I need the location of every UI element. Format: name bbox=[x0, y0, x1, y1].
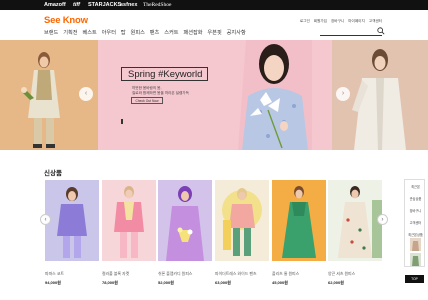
utility-links: 로그인 회원가입 장바구니 마이페이지 고객센터 bbox=[300, 19, 382, 24]
product-name[interactable]: 플리츠 롱 원피스 bbox=[272, 271, 299, 277]
quick-menu-recent[interactable]: 최근본 bbox=[405, 184, 426, 189]
product-card[interactable]: 파이더트레스 와이드 팬츠 63,000원 bbox=[215, 180, 269, 285]
product-name[interactable]: 쉬폰 플랩카디 원피스 bbox=[158, 271, 192, 277]
menu-item-woven-fit[interactable]: 우븐핏 bbox=[207, 29, 221, 36]
product-price: 63,000원 bbox=[215, 280, 231, 285]
product-price: 78,000원 bbox=[102, 280, 118, 285]
mypage-link[interactable]: 마이페이지 bbox=[348, 19, 365, 24]
brand-link-tiff[interactable]: tiff bbox=[73, 1, 80, 9]
chevron-right-icon: › bbox=[341, 90, 345, 97]
menu-item-pants[interactable]: 팬츠 bbox=[150, 29, 160, 36]
brand-bar: Amazoff tiff STARJACKS ssfnex TheRedShoe bbox=[0, 0, 428, 10]
chevron-left-icon: ‹ bbox=[44, 217, 47, 223]
product-image[interactable] bbox=[102, 180, 156, 261]
login-link[interactable]: 로그인 bbox=[300, 19, 310, 24]
product-card[interactable]: 파파스 코트 94,000원 bbox=[45, 180, 99, 285]
product-card[interactable]: 양끈 셔츠 원피스 62,000원 bbox=[328, 180, 382, 285]
product-name[interactable]: 파파스 코트 bbox=[45, 271, 64, 277]
products-prev-button[interactable]: ‹ bbox=[40, 214, 51, 225]
brand-link-amazoff[interactable]: Amazoff bbox=[44, 1, 66, 9]
products-next-button[interactable]: › bbox=[377, 214, 388, 225]
search-input[interactable] bbox=[320, 35, 382, 36]
product-photo bbox=[328, 180, 382, 261]
scroll-top-button[interactable]: TOP bbox=[405, 275, 424, 283]
quick-menu: 최근본 관심상품 장바구니 고객센터 최근본상품 bbox=[404, 179, 425, 267]
menu-item-accessories[interactable]: 패션잡화 bbox=[183, 29, 202, 36]
quick-menu-wishlist[interactable]: 관심상품 bbox=[405, 196, 426, 201]
product-card[interactable]: 플리츠 롱 원피스 45,000원 bbox=[272, 180, 326, 285]
product-photo bbox=[102, 180, 156, 261]
customer-center-link[interactable]: 고객센터 bbox=[369, 19, 382, 24]
hero-subtitle-line-2: 질로와 함께하면 봄을 따라온 설렘가득 bbox=[132, 91, 189, 95]
site-header: See Know 로그인 회원가입 장바구니 마이페이지 고객센터 브랜드 기획… bbox=[0, 10, 428, 40]
menu-item-outer[interactable]: 아우터 bbox=[102, 29, 116, 36]
cart-link[interactable]: 장바구니 bbox=[331, 19, 344, 24]
product-name[interactable]: 컬러풀 블록 자켓 bbox=[102, 271, 129, 277]
product-image[interactable] bbox=[158, 180, 212, 261]
menu-item-notice[interactable]: 공지사항 bbox=[227, 29, 246, 36]
hero-next-button[interactable]: › bbox=[336, 87, 350, 101]
brand-link-theredshoe[interactable]: TheRedShoe bbox=[143, 1, 171, 9]
check-out-button[interactable]: Check Out Now bbox=[131, 97, 163, 104]
quick-menu-recent-products[interactable]: 최근본상품 bbox=[405, 232, 426, 237]
product-photo bbox=[158, 180, 212, 261]
menu-item-brand[interactable]: 브랜드 bbox=[44, 29, 58, 36]
menu-item-best[interactable]: 베스트 bbox=[82, 29, 96, 36]
product-photo bbox=[215, 180, 269, 261]
hero-title: Spring #Keyworld bbox=[121, 67, 208, 81]
quick-menu-cart[interactable]: 장바구니 bbox=[405, 208, 426, 213]
product-photo bbox=[45, 180, 99, 261]
product-name[interactable]: 파이더트레스 와이드 팬츠 bbox=[215, 271, 257, 277]
menu-item-onepiece[interactable]: 원피스 bbox=[131, 29, 145, 36]
chevron-left-icon: ‹ bbox=[84, 90, 88, 97]
hero-prev-button[interactable]: ‹ bbox=[79, 87, 93, 101]
new-arrivals-title: 신상품 bbox=[44, 170, 62, 177]
menu-item-skirt[interactable]: 스커트 bbox=[164, 29, 178, 36]
menu-item-exhibition[interactable]: 기획전 bbox=[63, 29, 77, 36]
product-image[interactable] bbox=[45, 180, 99, 261]
product-card[interactable]: 쉬폰 플랩카디 원피스 52,000원 bbox=[158, 180, 212, 285]
recent-product-thumb[interactable] bbox=[410, 238, 421, 251]
main-menu: 브랜드 기획전 베스트 아우터 탑 원피스 팬츠 스커트 패션잡화 우븐핏 공지… bbox=[44, 29, 251, 36]
menu-item-top[interactable]: 탑 bbox=[121, 29, 126, 36]
product-image[interactable] bbox=[272, 180, 326, 261]
signup-link[interactable]: 회원가입 bbox=[314, 19, 327, 24]
search-icon[interactable] bbox=[377, 27, 385, 35]
product-card[interactable]: 컬러풀 블록 자켓 78,000원 bbox=[102, 180, 156, 285]
product-price: 52,000원 bbox=[158, 280, 174, 285]
product-price: 45,000원 bbox=[272, 280, 288, 285]
hero-banner: Spring #Keyworld 따뜻한 봄바람의 봄, 질로와 함께하면 봄을… bbox=[0, 40, 428, 150]
slide-indicator[interactable] bbox=[121, 119, 123, 124]
site-logo[interactable]: See Know bbox=[44, 15, 88, 26]
quick-menu-cs[interactable]: 고객센터 bbox=[405, 220, 426, 225]
product-photo bbox=[272, 180, 326, 261]
product-image[interactable] bbox=[328, 180, 382, 261]
product-price: 62,000원 bbox=[328, 280, 344, 285]
brand-link-starjacks[interactable]: STARJACKS bbox=[88, 1, 121, 9]
product-name[interactable]: 양끈 셔츠 원피스 bbox=[328, 271, 355, 277]
product-price: 94,000원 bbox=[45, 280, 61, 285]
product-image[interactable] bbox=[215, 180, 269, 261]
brand-link-ssfnex[interactable]: ssfnex bbox=[120, 1, 137, 9]
chevron-right-icon: › bbox=[381, 217, 384, 223]
recent-product-thumb[interactable] bbox=[410, 253, 421, 266]
